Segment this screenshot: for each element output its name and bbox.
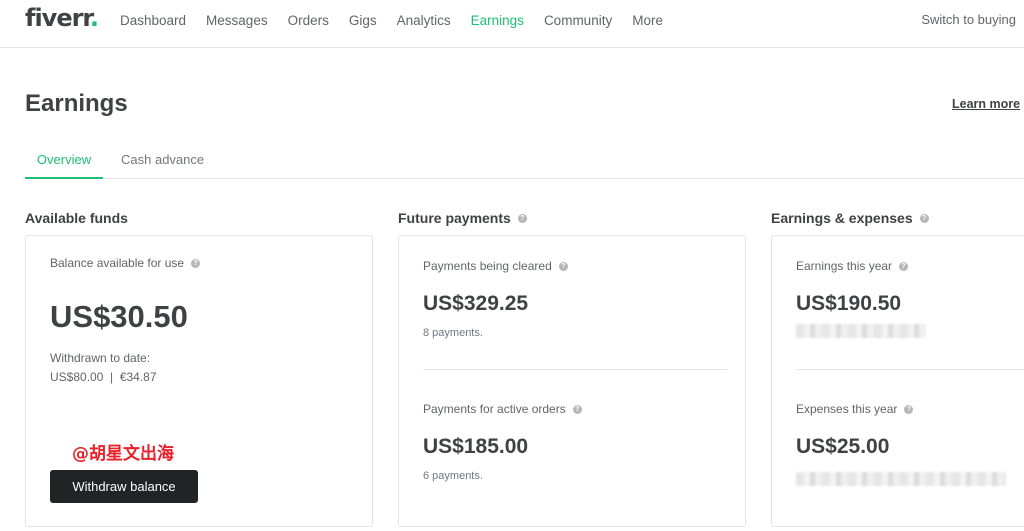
- balance-label-row: Balance available for use ?: [50, 256, 201, 270]
- earnings-expenses-card: Earnings this year ? US$190.50 Expenses …: [771, 235, 1024, 527]
- active-orders-amount: US$185.00: [423, 435, 529, 458]
- fiverr-logo[interactable]: fiverr.: [25, 4, 99, 32]
- available-funds-heading: Available funds: [25, 210, 128, 226]
- future-payments-heading: Future payments ?: [398, 210, 527, 226]
- help-icon[interactable]: ?: [572, 404, 582, 414]
- nav-earnings[interactable]: Earnings: [471, 13, 524, 28]
- available-funds-title: Available funds: [25, 210, 128, 226]
- nav-gigs[interactable]: Gigs: [349, 13, 377, 28]
- help-icon[interactable]: ?: [517, 213, 527, 223]
- help-icon[interactable]: ?: [899, 261, 909, 271]
- being-cleared-amount: US$329.25: [423, 292, 529, 315]
- active-orders-label: Payments for active orders: [423, 402, 566, 416]
- help-icon[interactable]: ?: [904, 404, 914, 414]
- earnings-expenses-heading: Earnings & expenses ?: [771, 210, 929, 226]
- earnings-tabs: Overview Cash advance: [25, 142, 1024, 179]
- active-orders-label-row: Payments for active orders ?: [423, 402, 582, 416]
- balance-amount: US$30.50: [50, 299, 188, 334]
- main-nav: Dashboard Messages Orders Gigs Analytics…: [120, 13, 683, 28]
- earnings-amount: US$190.50: [796, 292, 902, 315]
- expenses-label-row: Expenses this year ?: [796, 402, 914, 416]
- withdraw-balance-button[interactable]: Withdraw balance: [50, 470, 198, 503]
- being-cleared-label-row: Payments being cleared ?: [423, 259, 568, 273]
- expenses-label: Expenses this year: [796, 402, 898, 416]
- tab-cash-advance[interactable]: Cash advance: [121, 142, 204, 179]
- logo-dot: .: [89, 4, 99, 32]
- help-icon[interactable]: ?: [919, 213, 929, 223]
- withdrawn-label: Withdrawn to date:: [50, 351, 151, 365]
- tab-overview[interactable]: Overview: [25, 142, 103, 179]
- earnings-expenses-title: Earnings & expenses: [771, 210, 913, 226]
- nav-messages[interactable]: Messages: [206, 13, 268, 28]
- future-payments-card: Payments being cleared ? US$329.25 8 pay…: [398, 235, 746, 527]
- expenses-amount: US$25.00: [796, 435, 890, 458]
- learn-more-link[interactable]: Learn more: [952, 97, 1020, 111]
- being-cleared-count: 8 payments.: [423, 327, 483, 339]
- balance-label: Balance available for use: [50, 256, 185, 270]
- nav-more[interactable]: More: [632, 13, 663, 28]
- top-navigation-bar: fiverr. Dashboard Messages Orders Gigs A…: [0, 0, 1024, 48]
- page-title: Earnings: [25, 90, 128, 117]
- watermark-text: @胡星文出海: [72, 444, 174, 464]
- active-orders-count: 6 payments.: [423, 470, 483, 482]
- withdrawn-values: US$80.00 | €34.87: [50, 370, 157, 384]
- nav-dashboard[interactable]: Dashboard: [120, 13, 186, 28]
- being-cleared-label: Payments being cleared: [423, 259, 552, 273]
- help-icon[interactable]: ?: [558, 261, 568, 271]
- blurred-detail: [796, 324, 926, 338]
- divider: [423, 369, 727, 370]
- nav-analytics[interactable]: Analytics: [397, 13, 451, 28]
- blurred-detail: [796, 472, 1006, 486]
- future-payments-title: Future payments: [398, 210, 511, 226]
- divider: [796, 369, 1024, 370]
- logo-text: fiverr: [25, 4, 91, 32]
- help-icon[interactable]: ?: [191, 258, 201, 268]
- nav-orders[interactable]: Orders: [288, 13, 329, 28]
- earnings-label: Earnings this year: [796, 259, 893, 273]
- nav-community[interactable]: Community: [544, 13, 612, 28]
- earnings-label-row: Earnings this year ?: [796, 259, 909, 273]
- switch-to-buying-link[interactable]: Switch to buying: [921, 12, 1016, 27]
